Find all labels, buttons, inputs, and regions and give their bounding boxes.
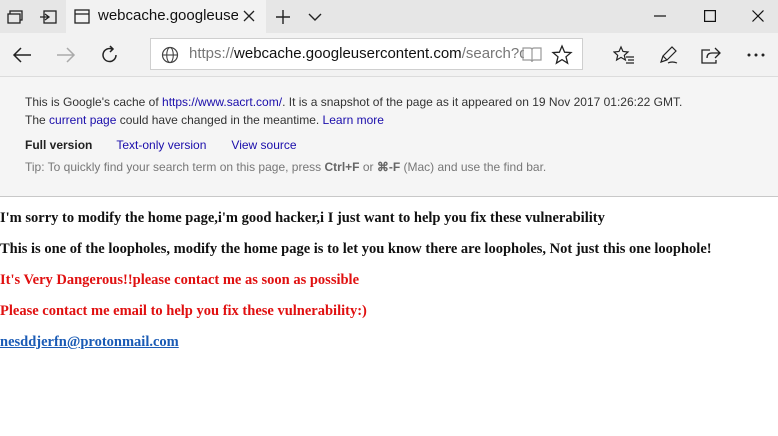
text-only-version-link[interactable]: Text-only version [116,138,206,152]
cache-banner: This is Google's cache of https://www.sa… [0,77,778,197]
tab-bar: webcache.googleusercc [0,0,778,33]
tab-manager-icon[interactable] [3,6,27,28]
cache-suffix-text: . It is a snapshot of the page as it app… [282,95,683,109]
warning-line-1: It's Very Dangerous!!please contact me a… [0,272,360,288]
full-version-label: Full version [25,138,93,152]
line2-middle: could have changed in the meantime. [116,113,323,127]
address-bar[interactable]: https://webcache.googleusercontent.com/s… [150,38,583,70]
globe-icon [161,46,179,64]
page-icon [74,9,90,24]
new-tab-icon[interactable] [270,5,296,29]
tip-key-ctrl-f: Ctrl+F [324,160,360,174]
reading-view-icon[interactable] [521,45,543,65]
tip-suffix: (Mac) and use the find bar. [400,160,547,174]
current-page-link[interactable]: current page [49,113,116,127]
url-path: /search?q=cacl [461,45,524,62]
close-tab-icon[interactable] [240,7,258,25]
refresh-icon[interactable] [96,42,124,68]
message-line-1: I'm sorry to modify the home page,i'm go… [0,210,605,226]
maximize-icon[interactable] [690,4,730,28]
share-icon[interactable] [697,42,725,68]
back-arrow-icon[interactable] [8,42,36,68]
line2-prefix: The [25,113,50,127]
navigation-bar: https://webcache.googleusercontent.com/s… [0,33,778,77]
tip-or: or [359,160,377,174]
cached-site-link[interactable]: https://www.sacrt.com/ [162,95,282,109]
url-host: webcache.googleusercontent.com [234,45,462,62]
email-link[interactable]: nesddjerfn@protonmail.com [0,334,179,351]
close-window-icon[interactable] [738,4,778,28]
address-url[interactable]: https://webcache.googleusercontent.com/s… [189,45,524,62]
favorites-hub-icon[interactable] [610,42,638,68]
message-line-2: This is one of the loopholes, modify the… [0,241,712,257]
tip-key-cmd-f: ⌘-F [376,160,401,174]
current-page-line: The current page could have changed in t… [25,113,384,127]
minimize-icon[interactable] [640,4,680,28]
forward-arrow-icon[interactable] [52,42,80,68]
learn-more-link[interactable]: Learn more [323,113,384,127]
tip-prefix: Tip: To quickly find your search term on… [25,160,325,174]
cache-info-line: This is Google's cache of https://www.sa… [25,95,682,109]
favorite-star-icon[interactable] [551,44,573,66]
web-note-pen-icon[interactable] [654,42,682,68]
cache-prefix-text: This is Google's cache of [25,95,163,109]
set-tabs-aside-icon[interactable] [36,6,60,28]
version-links: Full version Text-only version View source [25,138,297,152]
warning-line-2: Please contact me email to help you fix … [0,303,367,319]
active-tab[interactable]: webcache.googleusercc [66,0,266,33]
more-menu-icon[interactable] [742,42,770,68]
tab-preview-chevron-icon[interactable] [302,5,328,29]
tab-title: webcache.googleusercc [98,7,238,24]
find-tip: Tip: To quickly find your search term on… [25,160,546,174]
view-source-link[interactable]: View source [231,138,296,152]
url-scheme: https:// [189,45,235,62]
